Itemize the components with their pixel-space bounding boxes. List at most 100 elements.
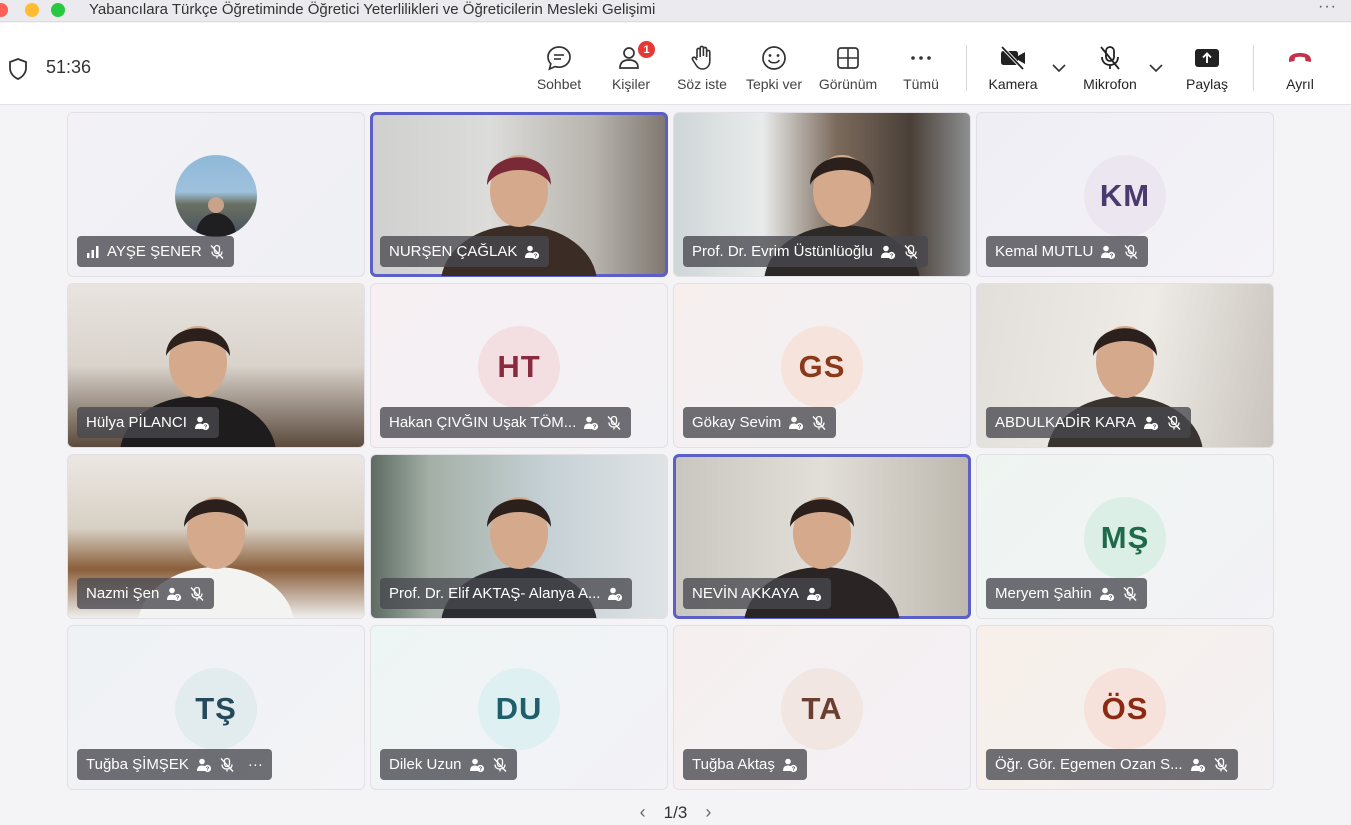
previous-page-chevron-icon[interactable]: ‹	[640, 802, 646, 823]
mic-off-icon	[1122, 586, 1138, 602]
raise-hand-button[interactable]: Söz iste	[674, 42, 730, 98]
view-button[interactable]: Görünüm	[816, 42, 880, 98]
next-page-chevron-icon[interactable]: ›	[705, 802, 711, 823]
participant-name: Tuğba Aktaş	[692, 756, 775, 773]
participant-tile[interactable]: DU Dilek Uzun?	[370, 625, 668, 790]
guest-user-icon: ?	[607, 586, 623, 602]
svg-text:?: ?	[204, 424, 208, 430]
react-button[interactable]: Tepki ver	[743, 42, 805, 98]
mic-label: Mikrofon	[1083, 76, 1137, 92]
participant-nameplate: Tuğba ŞİMŞEK? ···	[77, 749, 272, 780]
participant-initials-avatar: GS	[781, 326, 863, 408]
svg-text:?: ?	[816, 595, 820, 601]
view-label: Görünüm	[818, 76, 878, 92]
participant-tile[interactable]: ABDULKADİR KARA?	[976, 283, 1274, 448]
camera-off-icon	[998, 42, 1028, 74]
guest-user-icon: ?	[1100, 244, 1116, 260]
microphone-button[interactable]: Mikrofon	[1080, 42, 1140, 98]
participant-nameplate: Gökay Sevim?	[683, 407, 837, 438]
participant-nameplate: Tuğba Aktaş?	[683, 749, 807, 780]
share-button[interactable]: Paylaş	[1184, 42, 1230, 98]
camera-options-chevron-icon[interactable]	[1051, 61, 1067, 79]
participant-nameplate: AYŞE ŞENER	[77, 236, 234, 267]
participant-tile[interactable]: KM Kemal MUTLU?	[976, 112, 1274, 277]
svg-text:?: ?	[792, 766, 796, 772]
guest-user-icon: ?	[1099, 586, 1115, 602]
participant-name: Gökay Sevim	[692, 414, 782, 431]
shield-icon[interactable]	[7, 57, 29, 86]
participant-tile[interactable]: TA Tuğba Aktaş?	[673, 625, 971, 790]
svg-text:?: ?	[1153, 424, 1157, 430]
participant-nameplate: Öğr. Gör. Egemen Ozan S...?	[986, 749, 1238, 780]
share-screen-icon	[1193, 42, 1221, 74]
participant-name: Kemal MUTLU	[995, 243, 1094, 260]
participant-tile[interactable]: NEVİN AKKAYA?	[673, 454, 971, 619]
participant-tile[interactable]: Prof. Dr. Elif AKTAŞ- Alanya A...?	[370, 454, 668, 619]
window-more-button[interactable]: ···	[1318, 0, 1337, 16]
participant-name: Dilek Uzun	[389, 756, 462, 773]
guest-user-icon: ?	[196, 757, 212, 773]
svg-text:?: ?	[478, 766, 482, 772]
participant-nameplate: Prof. Dr. Elif AKTAŞ- Alanya A...?	[380, 578, 633, 609]
participant-initials-avatar: KM	[1084, 155, 1166, 237]
more-actions-button[interactable]: Tümü	[900, 42, 942, 98]
participant-nameplate: NEVİN AKKAYA?	[683, 578, 831, 609]
participant-tile[interactable]: TŞ Tuğba ŞİMŞEK? ···	[67, 625, 365, 790]
people-label: Kişiler	[611, 76, 651, 92]
camera-button[interactable]: Kamera	[986, 42, 1040, 98]
mic-off-icon	[209, 244, 225, 260]
participant-tile[interactable]: GS Gökay Sevim?	[673, 283, 971, 448]
svg-text:?: ?	[593, 424, 597, 430]
leave-button[interactable]: Ayrıl	[1282, 42, 1318, 98]
signal-strength-icon	[86, 245, 100, 259]
participant-tile[interactable]: AYŞE ŞENER	[67, 112, 365, 277]
close-window-button[interactable]	[0, 3, 8, 17]
participant-name: Prof. Dr. Evrim Üstünlüoğlu	[692, 243, 873, 260]
chat-label: Sohbet	[536, 76, 582, 92]
mic-off-icon	[1123, 244, 1139, 260]
participant-name: NURŞEN ÇAĞLAK	[389, 243, 518, 260]
participant-name: AYŞE ŞENER	[107, 243, 202, 260]
minimize-window-button[interactable]	[25, 3, 39, 17]
participant-tile[interactable]: Hülya PİLANCI?	[67, 283, 365, 448]
mic-off-icon	[903, 244, 919, 260]
chat-button[interactable]: Sohbet	[535, 42, 583, 98]
participant-tile[interactable]: MŞ Meryem Şahin?	[976, 454, 1274, 619]
hang-up-icon	[1286, 42, 1314, 74]
mic-off-icon	[1166, 415, 1182, 431]
meeting-toolbar: 51:36 Sohbet 1 Kişiler Söz iste Tepki ve…	[0, 23, 1351, 105]
participant-avatar	[175, 155, 257, 237]
participant-nameplate: Dilek Uzun?	[380, 749, 517, 780]
participant-nameplate: NURŞEN ÇAĞLAK?	[380, 236, 550, 267]
participant-tile[interactable]: Nazmi Şen?	[67, 454, 365, 619]
participant-name: Hakan ÇIVĞIN Uşak TÖM...	[389, 414, 577, 431]
participant-nameplate: Hülya PİLANCI?	[77, 407, 219, 438]
participant-name: Nazmi Şen	[86, 585, 160, 602]
svg-text:?: ?	[1199, 766, 1203, 772]
guest-user-icon: ?	[788, 415, 804, 431]
participant-tile[interactable]: ÖS Öğr. Gör. Egemen Ozan S...?	[976, 625, 1274, 790]
mic-off-icon	[492, 757, 508, 773]
participant-name: ABDULKADİR KARA	[995, 414, 1136, 431]
participant-tile[interactable]: Prof. Dr. Evrim Üstünlüoğlu?	[673, 112, 971, 277]
participant-initials-avatar: HT	[478, 326, 560, 408]
guest-user-icon: ?	[1143, 415, 1159, 431]
svg-text:?: ?	[617, 595, 621, 601]
participant-more-button[interactable]: ···	[248, 756, 263, 773]
svg-text:?: ?	[206, 766, 210, 772]
people-count-badge: 1	[638, 41, 655, 58]
mic-options-chevron-icon[interactable]	[1148, 61, 1164, 79]
mic-off-icon	[1213, 757, 1229, 773]
participant-name: Prof. Dr. Elif AKTAŞ- Alanya A...	[389, 585, 601, 602]
participant-initials-avatar: MŞ	[1084, 497, 1166, 579]
leave-label: Ayrıl	[1286, 76, 1314, 92]
people-button[interactable]: 1 Kişiler	[607, 41, 655, 98]
participant-tile[interactable]: HT Hakan ÇIVĞIN Uşak TÖM...?	[370, 283, 668, 448]
zoom-window-button[interactable]	[51, 3, 65, 17]
participant-nameplate: Prof. Dr. Evrim Üstünlüoğlu?	[683, 236, 928, 267]
participant-tile[interactable]: NURŞEN ÇAĞLAK?	[370, 112, 668, 277]
participant-name: NEVİN AKKAYA	[692, 585, 799, 602]
mic-off-icon	[811, 415, 827, 431]
chat-icon	[545, 42, 573, 74]
participant-nameplate: Kemal MUTLU?	[986, 236, 1149, 267]
